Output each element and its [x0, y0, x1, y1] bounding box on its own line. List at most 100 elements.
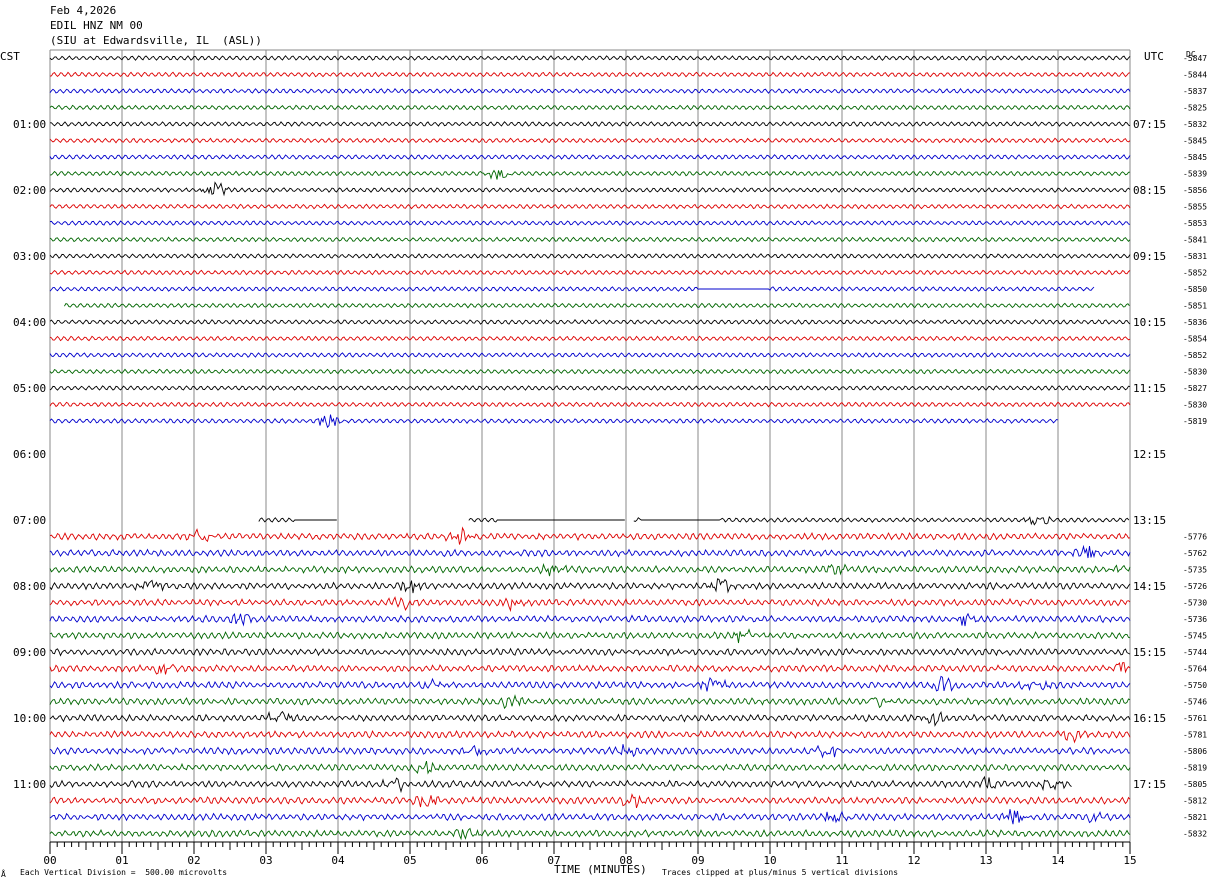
dc-offset-label-row-16: -5836	[1183, 318, 1207, 327]
trace-row-37	[49, 662, 1131, 675]
helicorder-plot: -5847 -5844 -5837 -5825 -5832 -5845 -5845 -5839…	[13, 49, 1207, 867]
dc-offset-label-row-39: -5746	[1183, 698, 1207, 707]
x-tick-label-09: 09	[691, 854, 704, 867]
trace-row-47	[49, 827, 1131, 841]
trace-row-43	[49, 760, 1131, 775]
trace-row-21	[49, 401, 1131, 408]
dc-offset-label-row-2: -5837	[1183, 87, 1207, 96]
dc-offset-label-row-36: -5744	[1183, 648, 1207, 657]
dc-offset-label-row-13: -5852	[1183, 269, 1207, 278]
trace-row-12	[49, 253, 1131, 259]
dc-offset-label-row-9: -5855	[1183, 203, 1207, 212]
dc-offset-label-row-22: -5819	[1183, 417, 1207, 426]
x-tick-label-03: 03	[259, 854, 272, 867]
x-tick-label-11: 11	[835, 854, 848, 867]
dc-offset-label-row-11: -5841	[1183, 236, 1207, 245]
x-tick-label-06: 06	[475, 854, 488, 867]
trace-row-10	[49, 220, 1131, 226]
dc-offset-label-row-18: -5852	[1183, 351, 1207, 360]
dc-offset-label-row-40: -5761	[1183, 714, 1207, 723]
dc-offset-label-row-3: -5825	[1183, 104, 1207, 113]
dc-offset-label-row-8: -5856	[1183, 186, 1207, 195]
x-tick-label-02: 02	[187, 854, 200, 867]
x-tick-label-15: 15	[1123, 854, 1136, 867]
trace-row-30	[49, 544, 1131, 559]
trace-row-3	[49, 104, 1131, 111]
trace-row-33	[49, 596, 1131, 613]
trace-row-6	[49, 154, 1131, 160]
trace-row-42	[49, 744, 1131, 759]
dc-offset-label-row-17: -5854	[1183, 335, 1207, 344]
utc-hour-label-2: 09:15	[1133, 250, 1166, 263]
trace-row-45	[49, 793, 1131, 809]
trace-row-2	[49, 88, 1131, 94]
trace-row-40	[49, 710, 1131, 727]
dc-offset-label-row-20: -5827	[1183, 384, 1207, 393]
utc-hour-label-10: 17:15	[1133, 778, 1166, 791]
trace-row-32	[49, 578, 1131, 594]
trace-row-38	[49, 675, 1131, 692]
dc-offset-label-row-30: -5762	[1183, 549, 1207, 558]
x-axis-title: TIME (MINUTES)	[554, 863, 647, 876]
dc-offset-label-row-35: -5745	[1183, 632, 1207, 641]
utc-hour-label-8: 15:15	[1133, 646, 1166, 659]
trace-row-39	[49, 694, 1131, 710]
utc-hour-label-5: 12:15	[1133, 448, 1166, 461]
x-tick-label-00: 00	[43, 854, 56, 867]
cst-hour-label-5: 06:00	[13, 448, 46, 461]
trace-group: -5847 -5844 -5837 -5825 -5832 -5845 -5845 -5839…	[49, 54, 1207, 841]
dc-offset-label-row-32: -5726	[1183, 582, 1207, 591]
trace-row-18	[49, 352, 1131, 358]
utc-hour-label-1: 08:15	[1133, 184, 1166, 197]
trace-row-16	[49, 319, 1131, 325]
utc-hour-label-3: 10:15	[1133, 316, 1166, 329]
dc-offset-label-row-46: -5821	[1183, 813, 1207, 822]
dc-offset-label-row-14: -5850	[1183, 285, 1207, 294]
trace-row-46	[49, 809, 1131, 825]
dc-offset-label-row-7: -5839	[1183, 170, 1207, 179]
dc-offset-label-row-31: -5735	[1183, 566, 1207, 575]
trace-row-1	[49, 71, 1131, 78]
dc-offset-label-row-21: -5830	[1183, 401, 1207, 410]
trace-row-13	[49, 269, 1131, 276]
x-tick-label-05: 05	[403, 854, 416, 867]
cst-hour-label-8: 09:00	[13, 646, 46, 659]
trace-row-0	[49, 55, 1131, 61]
dc-offset-label-row-44: -5805	[1183, 780, 1207, 789]
trace-row-19	[49, 368, 1131, 375]
utc-hour-label-0: 07:15	[1133, 118, 1166, 131]
dc-offset-label-row-41: -5781	[1183, 731, 1207, 740]
trace-row-35	[49, 628, 1131, 644]
cst-hour-label-10: 11:00	[13, 778, 46, 791]
dc-offset-label-row-37: -5764	[1183, 665, 1207, 674]
trace-row-14	[49, 286, 1095, 292]
trace-row-31	[49, 563, 1131, 577]
cst-hour-label-3: 04:00	[13, 316, 46, 329]
utc-hour-label-9: 16:15	[1133, 712, 1166, 725]
x-tick-label-10: 10	[763, 854, 776, 867]
dc-offset-label-row-47: -5832	[1183, 830, 1207, 839]
dc-offset-label-row-33: -5730	[1183, 599, 1207, 608]
trace-row-41	[49, 729, 1131, 744]
cst-hour-label-0: 01:00	[13, 118, 46, 131]
cst-hour-label-2: 03:00	[13, 250, 46, 263]
dc-offset-label-row-38: -5750	[1183, 681, 1207, 690]
dc-offset-label-row-29: -5776	[1183, 533, 1207, 542]
x-tick-label-04: 04	[331, 854, 345, 867]
dc-offset-label-row-15: -5851	[1183, 302, 1207, 311]
trace-row-8	[49, 181, 1131, 197]
trace-row-11	[49, 236, 1131, 243]
scale-note: Each Vertical Division = 500.00 microvol…	[20, 868, 228, 877]
trace-row-5	[49, 137, 1131, 144]
trace-row-20	[49, 385, 1131, 391]
dc-offset-label-row-34: -5736	[1183, 615, 1207, 624]
utc-hour-label-6: 13:15	[1133, 514, 1166, 527]
cst-hour-label-4: 05:00	[13, 382, 46, 395]
grid-lines	[49, 49, 1131, 843]
x-tick-label-14: 14	[1051, 854, 1065, 867]
trace-row-9	[49, 203, 1131, 210]
dc-offset-label-row-1: -5844	[1183, 71, 1207, 80]
dc-offset-label-row-0: -5847	[1183, 54, 1207, 63]
cst-hour-label-1: 02:00	[13, 184, 46, 197]
trace-row-44	[49, 775, 1072, 794]
